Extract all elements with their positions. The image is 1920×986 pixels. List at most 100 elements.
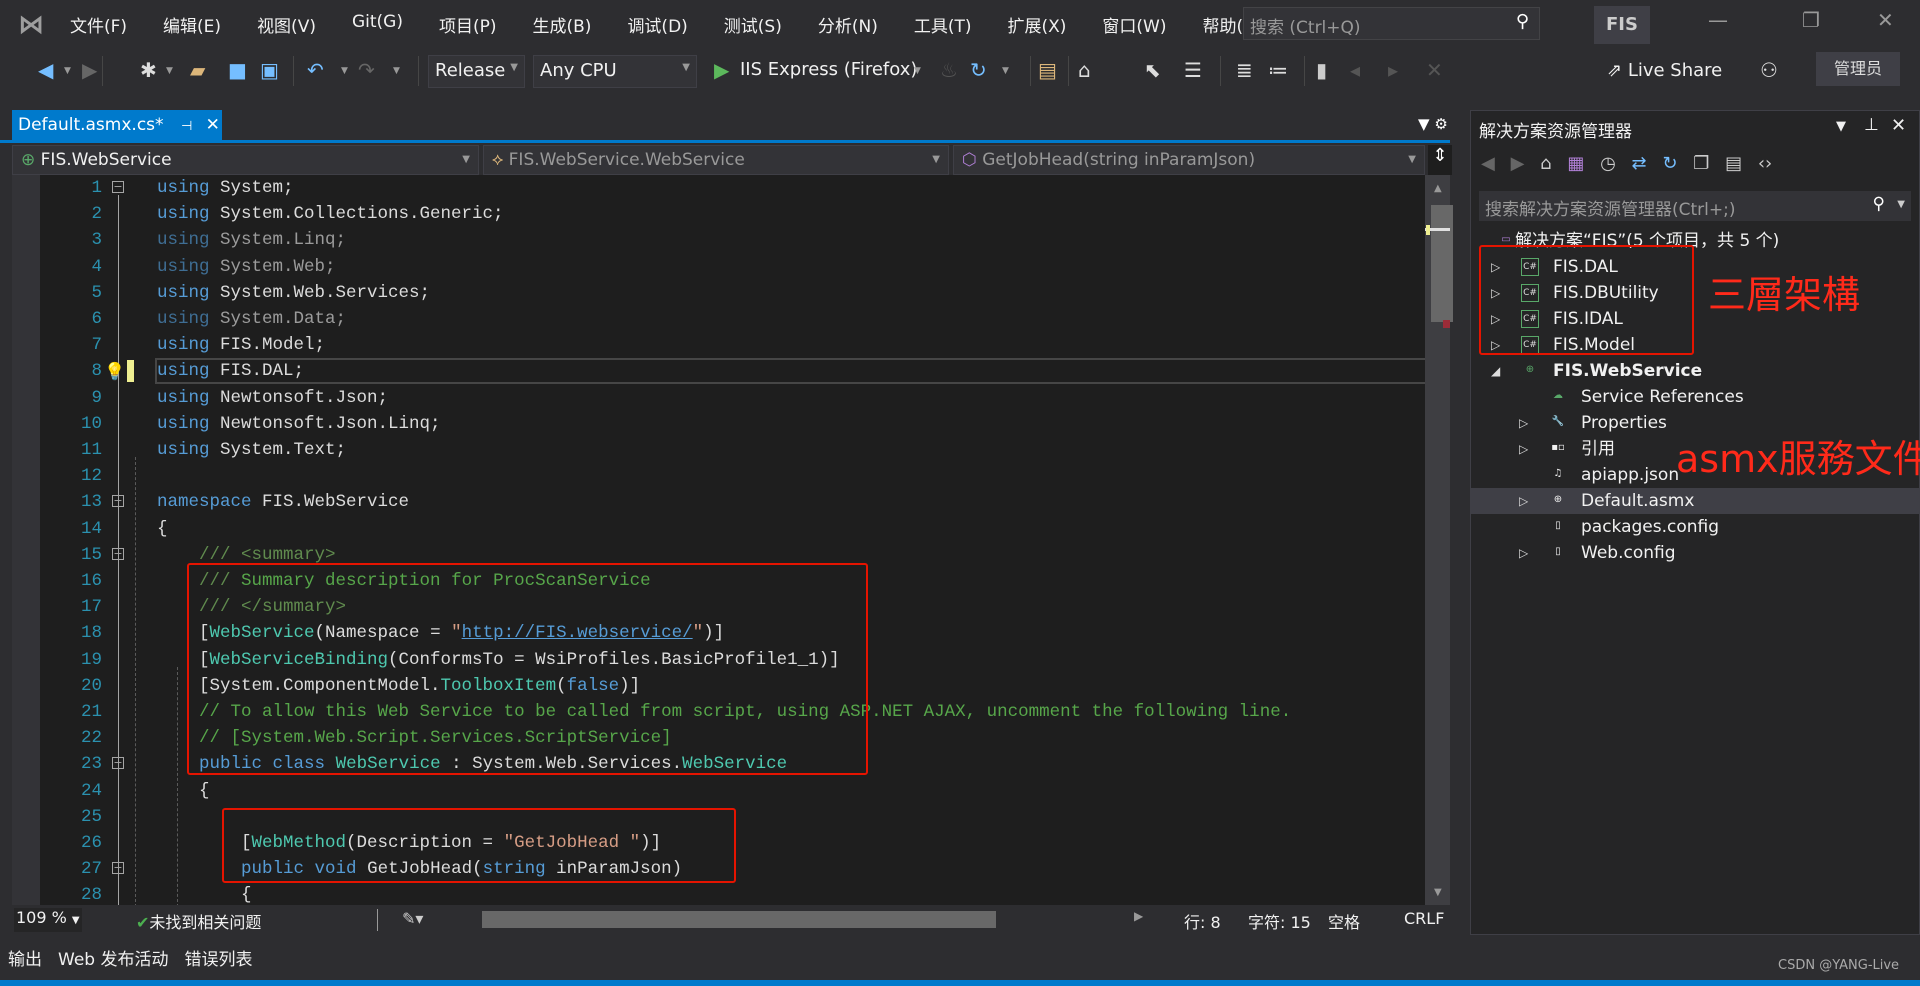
save-all-icon[interactable]: ▣	[260, 58, 279, 82]
scrollbar-thumb[interactable]	[1431, 205, 1453, 322]
bottom-tab[interactable]: Web 发布活动	[58, 945, 168, 970]
horizontal-scrollbar-thumb[interactable]	[482, 911, 996, 928]
tree-item[interactable]: ▯ packages.config	[1471, 514, 1919, 540]
chevron-down-icon[interactable]: ▼	[914, 66, 921, 76]
tab-list-icon[interactable]: ▼	[1418, 115, 1430, 133]
tree-item[interactable]: ▷ ⊕ Default.asmx	[1471, 488, 1919, 514]
new-project-icon[interactable]: ✱	[140, 58, 157, 82]
tree-item[interactable]: ◢ ⊕ FIS.WebService	[1471, 358, 1919, 384]
tab-default-asmx-cs[interactable]: Default.asmx.cs* ⊣ ✕	[12, 110, 222, 141]
expand-icon[interactable]: ▷	[1519, 488, 1528, 514]
indent-status[interactable]: 空格	[1328, 909, 1360, 933]
browser-link-icon[interactable]: ⌂	[1078, 58, 1091, 82]
solution-search-input[interactable]: 搜索解决方案资源管理器(Ctrl+;) ⚲ ▼	[1479, 191, 1911, 221]
configuration-dropdown[interactable]: Release ▼	[428, 55, 525, 88]
admin-badge[interactable]: 管理员	[1816, 52, 1900, 86]
menu-item[interactable]: 视图(V)	[243, 12, 330, 37]
collapse-icon[interactable]: −	[112, 547, 124, 560]
scroll-down-icon[interactable]: ▼	[1434, 887, 1442, 898]
expanded-icon[interactable]: ◢	[1491, 358, 1500, 384]
menu-item[interactable]: 窗口(W)	[1088, 12, 1180, 37]
undo-icon[interactable]: ↶	[307, 58, 324, 82]
find-in-files-icon[interactable]: ▤	[1038, 58, 1057, 82]
chevron-down-icon[interactable]: ▼	[1002, 66, 1009, 76]
code-editor[interactable]: 1− using System; 2 using System.Collections…	[12, 175, 1425, 905]
redo-icon[interactable]: ↷	[358, 58, 375, 82]
select-element-icon[interactable]: ⬉	[1144, 58, 1161, 82]
run-target-button[interactable]: IIS Express (Firefox)	[740, 59, 917, 80]
pin-icon[interactable]: ⊥	[1864, 115, 1879, 135]
minimize-icon[interactable]: —	[1708, 8, 1728, 32]
collapse-icon[interactable]: −	[112, 757, 124, 770]
menu-item[interactable]: 生成(B)	[519, 12, 606, 37]
navigate-forward-icon[interactable]: ▶	[82, 58, 97, 82]
collapse-all-icon[interactable]: ❐	[1693, 153, 1709, 174]
comment-lines-icon[interactable]: ≣	[1236, 58, 1253, 82]
menu-item[interactable]: 工具(T)	[900, 12, 986, 37]
scroll-right-icon[interactable]: ▶	[1134, 909, 1143, 923]
chevron-down-icon[interactable]: ▼	[393, 66, 400, 76]
close-tab-icon[interactable]: ✕	[206, 115, 220, 135]
menu-item[interactable]: 编辑(E)	[149, 12, 235, 37]
view-code-icon[interactable]: ‹›	[1758, 153, 1772, 174]
scroll-up-icon[interactable]: ▲	[1434, 183, 1442, 194]
menu-item[interactable]: 文件(F)	[56, 12, 141, 37]
project-dropdown[interactable]: ⊕ FIS.WebService ▼	[12, 145, 479, 175]
bottom-tab[interactable]: 错误列表	[184, 945, 252, 970]
expand-icon[interactable]: ▷	[1519, 410, 1528, 436]
menu-item[interactable]: 分析(N)	[804, 12, 892, 37]
pending-changes-icon[interactable]: ◷	[1600, 153, 1616, 174]
collapse-icon[interactable]: −	[112, 862, 124, 875]
collapse-icon[interactable]: −	[112, 181, 124, 193]
chevron-down-icon[interactable]: ▼	[166, 66, 173, 76]
show-all-files-icon[interactable]: ▤	[1725, 153, 1742, 174]
menu-item[interactable]: 项目(P)	[425, 12, 511, 37]
menu-item[interactable]: 测试(S)	[710, 12, 796, 37]
back-icon[interactable]: ◀	[1481, 153, 1495, 174]
tree-item[interactable]: ▷ ▯ Web.config	[1471, 540, 1919, 566]
pin-icon[interactable]: ⊣	[181, 119, 192, 134]
search-input[interactable]: 搜索 (Ctrl+Q) ⚲	[1243, 7, 1540, 40]
next-bookmark-icon[interactable]: ▸	[1388, 58, 1398, 82]
hot-reload-icon[interactable]: ♨	[940, 58, 958, 82]
chevron-down-icon[interactable]: ▼	[1897, 199, 1905, 210]
home-icon[interactable]: ⌂	[1540, 153, 1551, 174]
collapse-icon[interactable]: −	[112, 495, 124, 508]
uncomment-lines-icon[interactable]: ≔	[1268, 58, 1288, 82]
member-dropdown[interactable]: ⬡ GetJobHead(string inParamJson) ▼	[953, 145, 1425, 175]
chevron-down-icon[interactable]: ▼	[1836, 119, 1846, 134]
restore-icon[interactable]: ❐	[1802, 8, 1820, 32]
tree-item[interactable]: ☁ Service References	[1471, 384, 1919, 410]
menu-item[interactable]: Git(G)	[338, 12, 417, 37]
zoom-dropdown[interactable]: 109 % ▼	[14, 908, 82, 932]
panel-icon[interactable]: ☰	[1184, 58, 1202, 82]
expand-icon[interactable]: ▷	[1519, 436, 1528, 462]
class-dropdown[interactable]: ⟡ FIS.WebService.WebService ▼	[483, 145, 949, 175]
play-icon[interactable]: ▶	[714, 58, 729, 82]
navigate-back-icon[interactable]: ◀	[38, 58, 53, 82]
gear-icon[interactable]: ⚙	[1434, 115, 1447, 133]
refresh-icon[interactable]: ↻	[1662, 153, 1677, 174]
platform-dropdown[interactable]: Any CPU ▼	[533, 55, 697, 88]
feedback-icon[interactable]: ⚇	[1760, 58, 1778, 82]
save-icon[interactable]: ■	[228, 58, 247, 82]
switch-views-icon[interactable]: ▦	[1567, 153, 1584, 174]
previous-bookmark-icon[interactable]: ◂	[1350, 58, 1360, 82]
bottom-tab[interactable]: 输出	[8, 945, 42, 970]
code-cleanup-icon[interactable]: ✎▾	[402, 909, 423, 928]
clear-bookmarks-icon[interactable]: ✕	[1426, 58, 1443, 82]
forward-icon[interactable]: ▶	[1511, 153, 1525, 174]
menu-item[interactable]: 扩展(X)	[994, 12, 1081, 37]
chevron-down-icon[interactable]: ▼	[64, 66, 71, 76]
close-icon[interactable]: ✕	[1877, 8, 1894, 32]
sync-icon[interactable]: ⇄	[1632, 153, 1647, 174]
open-folder-icon[interactable]: ▰	[190, 58, 205, 82]
menu-item[interactable]: 调试(D)	[613, 12, 701, 37]
expand-icon[interactable]: ▷	[1519, 540, 1528, 566]
bookmark-icon[interactable]: ▮	[1316, 58, 1327, 82]
editor-vertical-scrollbar[interactable]: ▲ ▼	[1425, 175, 1453, 905]
refresh-icon[interactable]: ↻	[970, 58, 987, 82]
live-share-button[interactable]: ⇗ Live Share	[1607, 60, 1722, 81]
chevron-down-icon[interactable]: ▼	[341, 66, 348, 76]
close-icon[interactable]: ✕	[1891, 115, 1906, 136]
